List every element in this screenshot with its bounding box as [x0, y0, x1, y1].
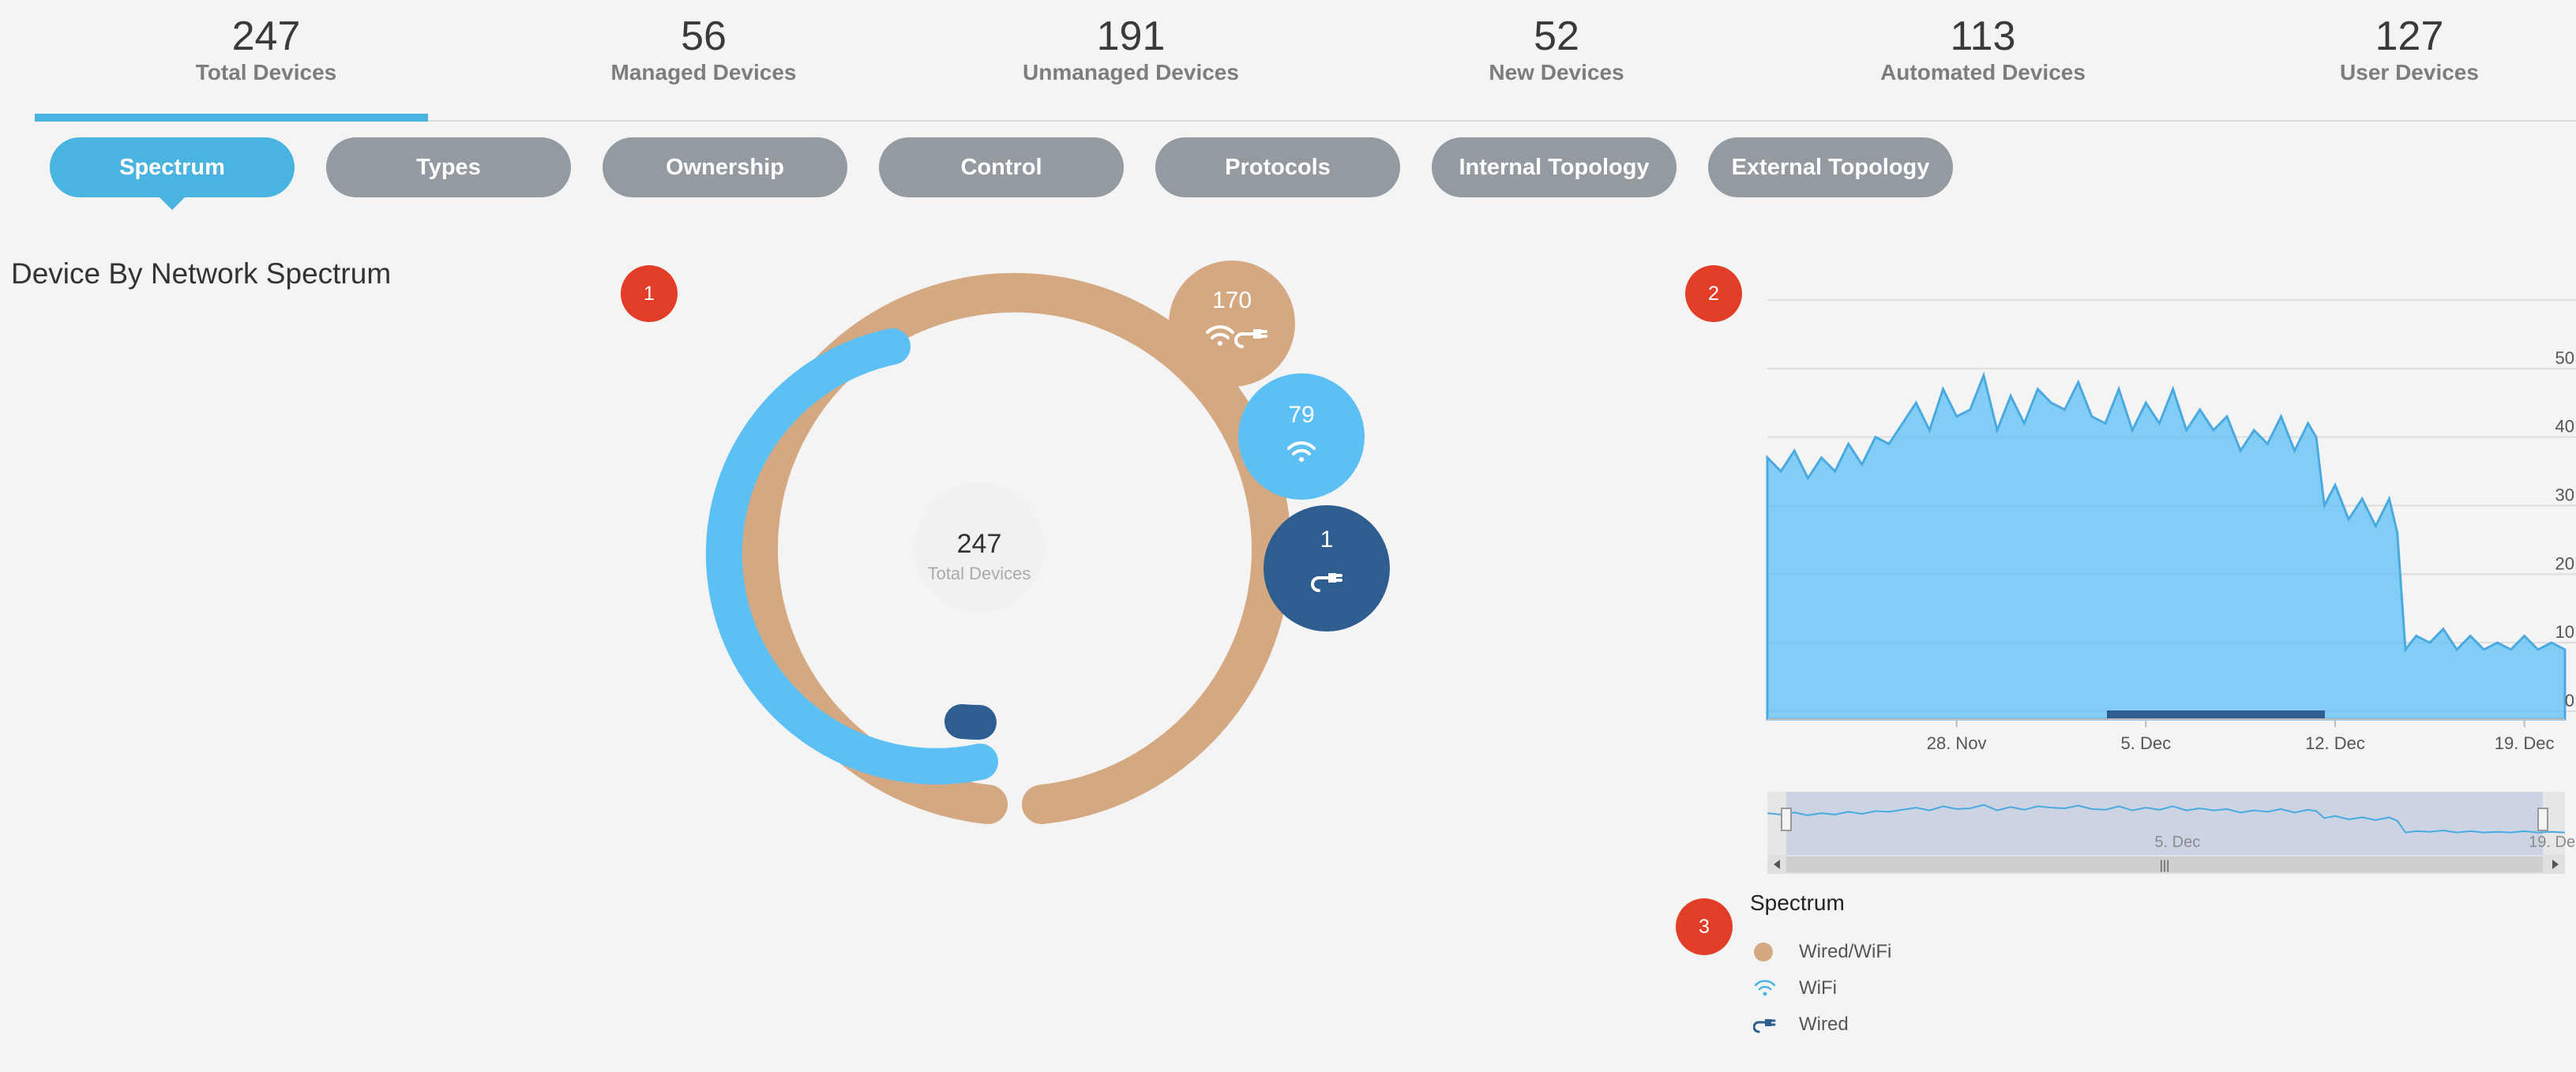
legend-item-wifi[interactable]: WiFi [1753, 977, 1837, 999]
bubble-value: 79 [1288, 402, 1314, 428]
tab-ownership[interactable]: Ownership [603, 137, 847, 197]
donut-center-value: 247 [957, 529, 1002, 559]
legend-item-wired[interactable]: Wired [1753, 1014, 1849, 1036]
navigator-tick-label: 19. Dec [2529, 834, 2576, 851]
y-tick-label: 10 [2555, 622, 2574, 642]
tab-spectrum[interactable]: Spectrum [50, 137, 295, 210]
legend-item-wired-wifi[interactable]: Wired/WiFi [1753, 941, 1891, 963]
step-badge-1: 1 [621, 265, 678, 322]
stat-value: 56 [681, 13, 727, 59]
stats-bar: 247 Total Devices 56 Managed Devices 191… [35, 0, 2576, 122]
x-tick-label: 12. Dec [2305, 733, 2365, 753]
stat-label: Total Devices [195, 60, 337, 84]
stat-total-devices[interactable]: 247 Total Devices [69, 0, 464, 85]
range-navigator[interactable]: 5. Dec 19. Dec ||| [1767, 792, 2576, 874]
y-tick-label: 20 [2555, 553, 2574, 573]
x-tick-label: 19. Dec [2495, 733, 2555, 753]
tab-external-topology[interactable]: External Topology [1708, 137, 1953, 197]
stat-value: 191 [1096, 13, 1166, 59]
stat-label: Unmanaged Devices [1023, 60, 1239, 84]
scrollbar-grip-icon: ||| [2160, 859, 2169, 872]
x-tick-label: 28. Nov [1927, 733, 1987, 753]
y-tick-label: 40 [2555, 417, 2574, 437]
legend-label: Wired [1799, 1014, 1849, 1035]
stat-new-devices[interactable]: 52 New Devices [1359, 0, 1754, 85]
wifi-icon [1753, 977, 1782, 999]
area-series-spectrum[interactable] [1766, 371, 2567, 721]
tab-types[interactable]: Types [326, 137, 571, 197]
spectrum-timeline-chart: 01020304050 28. Nov 5. Dec 12. Dec 19. Dec … [1766, 299, 2576, 874]
donut-center-label: Total Devices [928, 564, 1031, 583]
stat-value: 113 [1950, 13, 2016, 59]
tab-control[interactable]: Control [879, 137, 1124, 197]
stat-value: 247 [231, 13, 301, 59]
bubble-wifi[interactable]: 79 [1238, 373, 1365, 500]
navigator-right-handle[interactable] [2537, 808, 2548, 831]
legend-label: WiFi [1799, 977, 1837, 999]
active-stat-indicator [35, 114, 428, 122]
navigator-left-handle[interactable] [1781, 808, 1792, 831]
x-axis-labels: 28. Nov 5. Dec 12. Dec 19. Dec [1927, 719, 2555, 753]
step-badge-3: 3 [1676, 898, 1733, 955]
tab-internal-topology[interactable]: Internal Topology [1432, 137, 1677, 197]
x-tick-label: 5. Dec [2121, 733, 2172, 753]
bubble-wired[interactable]: 1 [1264, 505, 1390, 632]
stat-managed-devices[interactable]: 56 Managed Devices [506, 0, 901, 85]
stat-automated-devices[interactable]: 113 Automated Devices [1786, 0, 2180, 85]
stat-label: Automated Devices [1880, 60, 2086, 84]
legend-label: Wired/WiFi [1799, 941, 1892, 962]
bubble-wired-wifi[interactable]: 170 [1169, 261, 1295, 387]
ethernet-plug-icon [1753, 1014, 1782, 1036]
stat-user-devices[interactable]: 127 User Devices [2212, 0, 2576, 85]
navigator-tick-label: 5. Dec [2154, 834, 2200, 851]
dot-icon [1753, 941, 1782, 963]
stat-label: New Devices [1489, 60, 1624, 84]
bubble-value: 1 [1320, 527, 1334, 553]
y-tick-label: 0 [2565, 691, 2574, 710]
tab-protocols[interactable]: Protocols [1155, 137, 1400, 197]
stat-label: Managed Devices [610, 60, 797, 84]
stat-label: User Devices [2340, 60, 2479, 84]
bubble-value: 170 [1212, 287, 1252, 313]
y-tick-label: 50 [2555, 348, 2574, 368]
y-tick-label: 30 [2555, 485, 2574, 505]
stat-unmanaged-devices[interactable]: 191 Unmanaged Devices [933, 0, 1328, 85]
step-badge-2: 2 [1685, 265, 1742, 322]
stat-value: 52 [1534, 13, 1579, 59]
section-title: Device By Network Spectrum [11, 257, 392, 290]
range-highlight [2107, 710, 2325, 718]
spectrum-donut-chart: 247 Total Devices 170 79 1 [705, 261, 1390, 824]
legend-title: Spectrum [1750, 890, 1845, 915]
stat-value: 127 [2375, 13, 2444, 59]
